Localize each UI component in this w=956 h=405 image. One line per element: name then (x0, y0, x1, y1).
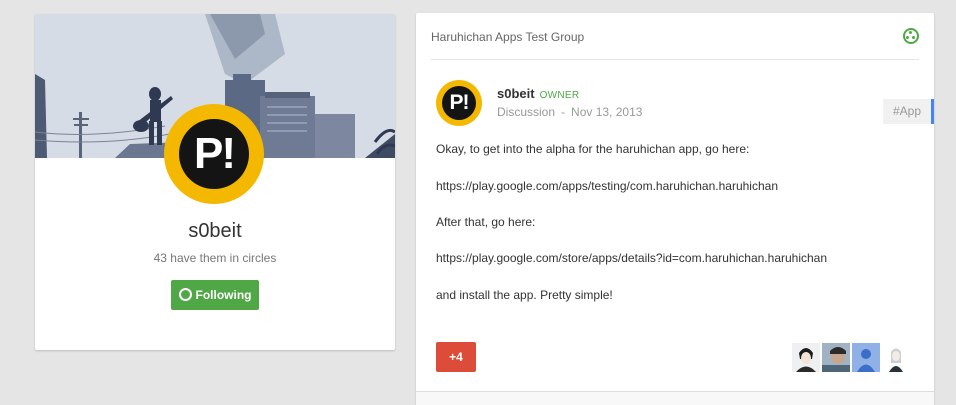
author-avatar[interactable]: P! (436, 80, 482, 126)
divider (431, 59, 919, 60)
post-meta: Discussion - Nov 13, 2013 (497, 105, 642, 119)
profile-avatar[interactable]: P! (164, 104, 264, 204)
pluser-avatar[interactable] (882, 343, 910, 372)
comment-area-edge (416, 391, 934, 405)
profile-avatar-logo: P! (179, 119, 249, 189)
post-category[interactable]: Discussion (497, 105, 555, 119)
pluser-avatar[interactable] (792, 343, 820, 372)
post-link-1[interactable]: https://play.google.com/apps/testing/com… (436, 179, 778, 193)
post-link-2[interactable]: https://play.google.com/store/apps/detai… (436, 251, 827, 265)
post-text-line-3: and install the app. Pretty simple! (436, 288, 613, 302)
profile-card: P! s0beit 43 have them in circles Follow… (35, 14, 395, 350)
community-icon[interactable] (903, 28, 919, 44)
post-card: Haruhichan Apps Test Group P! s0beit OWNE… (416, 13, 934, 405)
plus-one-button[interactable]: +4 (436, 342, 476, 372)
community-name[interactable]: Haruhichan Apps Test Group (431, 30, 584, 44)
pluser-avatar[interactable] (852, 343, 880, 372)
profile-name[interactable]: s0beit (35, 220, 395, 243)
post-text-line-2: After that, go here: (436, 215, 536, 229)
pluser-avatar[interactable] (822, 343, 850, 372)
author-avatar-logo: P! (442, 86, 476, 120)
author-line: s0beit OWNER (497, 86, 579, 101)
following-button-label: Following (195, 288, 252, 302)
profile-circles-count: 43 have them in circles (153, 251, 277, 265)
hashtag-button[interactable]: #App (883, 99, 934, 124)
following-button[interactable]: Following (171, 280, 259, 310)
meta-separator: - (561, 105, 566, 119)
author-name[interactable]: s0beit (497, 86, 535, 101)
owner-badge: OWNER (539, 90, 580, 101)
post-date[interactable]: Nov 13, 2013 (571, 105, 642, 119)
circle-icon (178, 288, 192, 301)
post-text-line-1: Okay, to get into the alpha for the haru… (436, 142, 750, 156)
